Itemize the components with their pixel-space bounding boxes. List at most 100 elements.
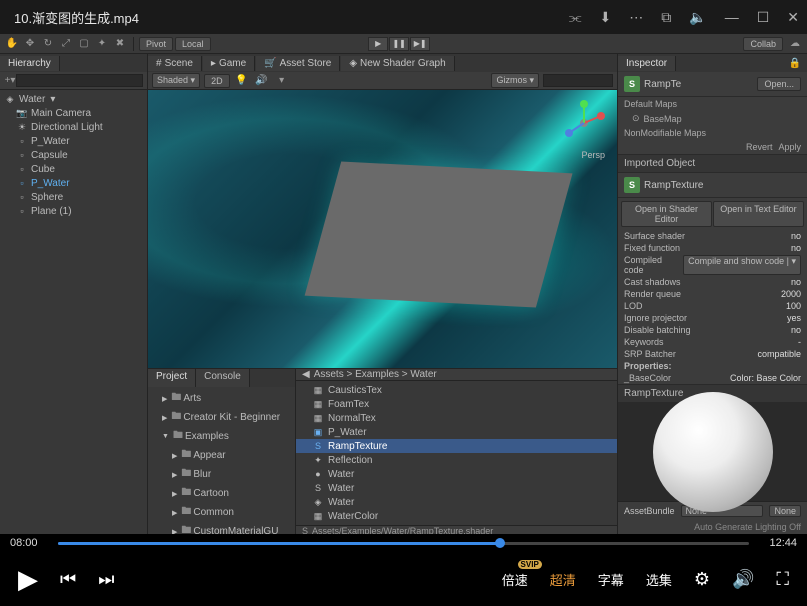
hierarchy-item[interactable]: ▫P_Water (0, 134, 147, 148)
open-shader-editor-button[interactable]: Open in Shader Editor (621, 201, 712, 227)
revert-button[interactable]: Revert (746, 142, 773, 152)
folder-item[interactable]: 🖿Arts (148, 389, 295, 408)
quality-button[interactable]: 超清 (550, 570, 576, 589)
hierarchy-item[interactable]: ▫Sphere (0, 190, 147, 204)
rect-tool-icon[interactable]: ▢ (76, 36, 92, 52)
speed-button[interactable]: 倍速SVIP (502, 570, 528, 589)
mute-icon[interactable]: 🔈 (689, 9, 706, 26)
collab-button[interactable]: Collab (743, 37, 783, 51)
custom-tool-icon[interactable]: ✖ (112, 36, 128, 52)
perspective-label[interactable]: Persp (581, 150, 605, 160)
folder-item[interactable]: 🖿Appear (148, 446, 295, 465)
project-tab[interactable]: Project (148, 369, 196, 387)
folder-item[interactable]: 🖿Creator Kit - Beginner (148, 408, 295, 427)
create-dropdown-icon[interactable]: +▾ (4, 73, 16, 89)
episodes-button[interactable]: 选集 (646, 570, 672, 589)
apply-button[interactable]: Apply (778, 142, 801, 152)
volume-icon[interactable]: 🔊 (732, 569, 754, 590)
shader-badge-icon: S (624, 177, 640, 193)
cloud-icon[interactable]: ☁ (787, 36, 803, 52)
gizmos-dropdown[interactable]: Gizmos ▾ (491, 73, 539, 88)
scene-root[interactable]: ◈Water▾ (0, 92, 147, 106)
folder-item[interactable]: 🖿Examples (148, 427, 295, 446)
asset-item[interactable]: SWater (296, 481, 617, 495)
folder-item[interactable]: 🖿Blur (148, 465, 295, 484)
back-icon[interactable]: ◀ (302, 369, 310, 380)
assetbundle-variant-dropdown[interactable]: None (769, 505, 801, 517)
asset-item[interactable]: ▣P_Water (296, 425, 617, 439)
folder-tree: 🖿Arts 🖿Creator Kit - Beginner 🖿Examples … (148, 387, 295, 534)
scale-tool-icon[interactable]: ⤢ (58, 36, 74, 52)
progress-bar[interactable] (58, 542, 749, 545)
more-icon[interactable]: ⋯ (629, 9, 643, 26)
circle-icon[interactable]: ⊙ (632, 113, 640, 124)
local-toggle[interactable]: Local (175, 37, 211, 51)
pivot-toggle[interactable]: Pivot (139, 37, 173, 51)
fullscreen-icon[interactable]: ⛶ (776, 569, 789, 590)
move-tool-icon[interactable]: ✥ (22, 36, 38, 52)
share-icon[interactable]: ⫘ (569, 9, 582, 26)
material-preview[interactable] (618, 403, 807, 501)
asset-item[interactable]: ▦NormalTex (296, 411, 617, 425)
object-name: RampTe (644, 79, 681, 90)
game-tab[interactable]: ▸Game (203, 56, 255, 71)
gameobject-icon: ▫ (16, 163, 28, 175)
folder-item[interactable]: 🖿Common (148, 503, 295, 522)
2d-toggle[interactable]: 2D (204, 74, 230, 88)
asset-item[interactable]: ▦CausticsTex (296, 383, 617, 397)
shader-graph-tab[interactable]: ◈New Shader Graph (341, 56, 454, 71)
shading-mode-dropdown[interactable]: Shaded ▾ (152, 73, 200, 88)
progress-thumb[interactable] (495, 538, 505, 548)
maximize-icon[interactable]: ☐ (757, 9, 770, 26)
asset-store-tab[interactable]: 🛒Asset Store (256, 56, 340, 71)
hierarchy-item[interactable]: ▫Plane (1) (0, 204, 147, 218)
axis-gizmo[interactable] (559, 98, 609, 148)
transform-tool-icon[interactable]: ✦ (94, 36, 110, 52)
pause-button[interactable]: ❚❚ (389, 37, 409, 51)
scene-viewport[interactable]: Persp (148, 90, 617, 368)
open-text-editor-button[interactable]: Open in Text Editor (713, 201, 804, 227)
lighting-toggle-icon[interactable]: 💡 (234, 73, 250, 89)
open-button[interactable]: Open... (757, 77, 801, 91)
asset-item[interactable]: ●Water (296, 467, 617, 481)
hierarchy-item[interactable]: ☀Directional Light (0, 120, 147, 134)
audio-toggle-icon[interactable]: 🔊 (254, 73, 270, 89)
inspector-tab[interactable]: Inspector (618, 56, 676, 71)
next-icon[interactable]: ⏭ (98, 569, 114, 590)
hierarchy-item[interactable]: ▫P_Water (0, 176, 147, 190)
asset-item[interactable]: ✦Reflection (296, 453, 617, 467)
asset-item[interactable]: ▦FoamTex (296, 397, 617, 411)
lighting-status[interactable]: Auto Generate Lighting Off (618, 520, 807, 534)
folder-icon: 🖿 (181, 466, 191, 483)
download-icon[interactable]: ⬇ (600, 9, 612, 26)
subtitle-button[interactable]: 字幕 (598, 570, 624, 589)
compiled-code-dropdown[interactable]: Compile and show code | ▾ (683, 255, 801, 275)
folder-item[interactable]: 🖿Cartoon (148, 484, 295, 503)
asset-item[interactable]: ◈Water (296, 495, 617, 509)
close-icon[interactable]: ✕ (787, 9, 799, 26)
minimize-icon[interactable]: — (725, 9, 739, 25)
play-icon[interactable]: ▶ (18, 564, 38, 595)
breadcrumb[interactable]: ◀ Assets > Examples > Water 🔒 👁 ★ (296, 369, 617, 381)
play-button[interactable]: ▶ (368, 37, 388, 51)
hierarchy-item[interactable]: 📷Main Camera (0, 106, 147, 120)
lock-icon[interactable]: 🔒 (783, 58, 807, 69)
hierarchy-search-input[interactable] (16, 74, 143, 87)
scene-search-input[interactable] (543, 74, 613, 87)
console-tab[interactable]: Console (196, 369, 250, 387)
settings-icon[interactable]: ⚙ (694, 569, 710, 590)
asset-item[interactable]: ▦WaterColor (296, 509, 617, 523)
prefab-icon: ▫ (16, 177, 28, 189)
rotate-tool-icon[interactable]: ↻ (40, 36, 56, 52)
asset-item-selected[interactable]: SRampTexture (296, 439, 617, 453)
hierarchy-item[interactable]: ▫Capsule (0, 148, 147, 162)
scene-tab[interactable]: #Scene (148, 56, 202, 71)
hierarchy-item[interactable]: ▫Cube (0, 162, 147, 176)
hand-tool-icon[interactable]: ✋ (4, 36, 20, 52)
fx-toggle-icon[interactable]: ▾ (274, 73, 290, 89)
step-button[interactable]: ▶❚ (410, 37, 430, 51)
prev-icon[interactable]: ⏮ (60, 569, 76, 590)
hierarchy-tab[interactable]: Hierarchy (0, 56, 60, 71)
pip-icon[interactable]: ⧉ (661, 9, 671, 26)
folder-item[interactable]: 🖿CustomMaterialGU (148, 522, 295, 534)
